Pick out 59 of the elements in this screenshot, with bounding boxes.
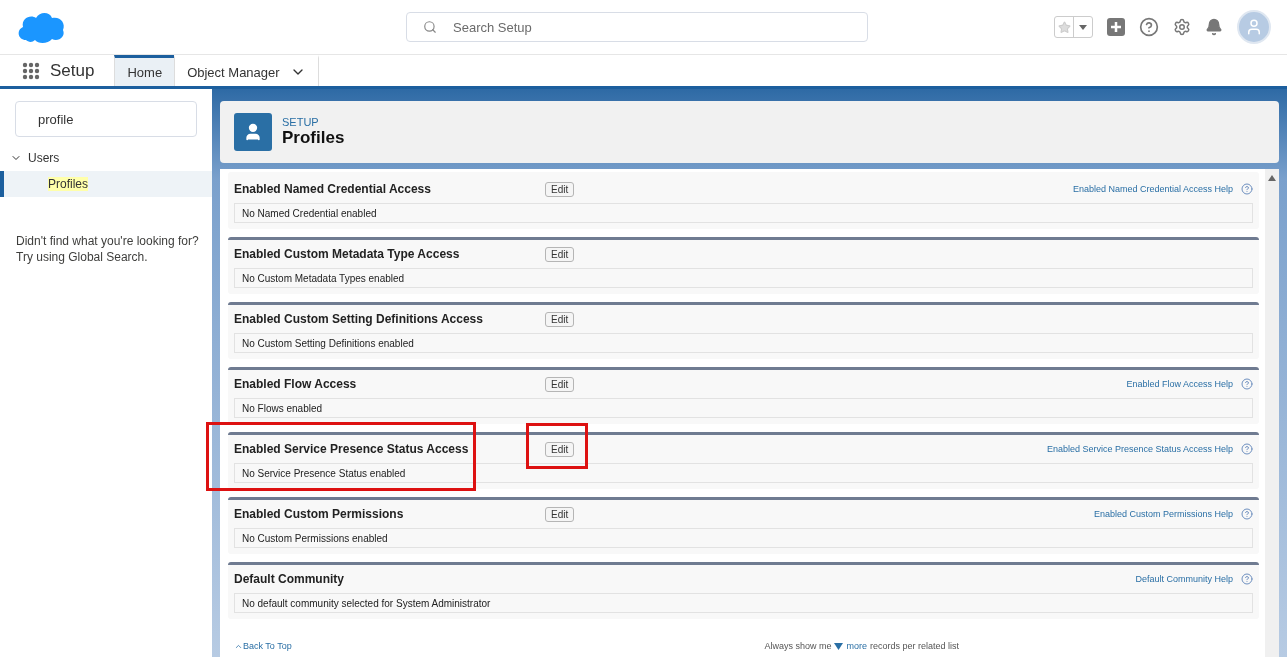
- help-link[interactable]: Enabled Flow Access Help: [1126, 379, 1233, 389]
- section-text: No Custom Setting Definitions enabled: [234, 333, 1253, 353]
- add-icon[interactable]: [1107, 18, 1125, 36]
- search-field[interactable]: Search Setup: [451, 18, 867, 36]
- help-icon[interactable]: [1139, 17, 1159, 37]
- tree-item[interactable]: Users: [10, 151, 60, 165]
- scroll-up-icon: [1268, 175, 1276, 181]
- app-name: Setup: [50, 59, 95, 82]
- tree-item[interactable]: Profiles: [0, 171, 212, 197]
- edit-button[interactable]: Edit: [545, 246, 575, 262]
- help-icon: [1241, 183, 1253, 195]
- help-icon: [1241, 508, 1253, 520]
- more-link[interactable]: more: [846, 641, 867, 651]
- nav-tab[interactable]: Object Manager: [174, 55, 319, 86]
- help-link[interactable]: Enabled Custom Permissions Help: [1093, 509, 1233, 519]
- section-text: No Named Credential enabled: [234, 203, 1253, 223]
- help-link[interactable]: Default Community Help: [1135, 574, 1233, 584]
- edit-button[interactable]: Edit: [545, 311, 575, 327]
- star-icon: [1057, 20, 1071, 34]
- breadcrumb: SETUP: [282, 116, 320, 128]
- settings-icon[interactable]: [1173, 18, 1191, 36]
- notifications-icon[interactable]: [1205, 18, 1223, 36]
- section-text: No Custom Metadata Types enabled: [234, 268, 1253, 288]
- triangle-down-icon: [834, 642, 844, 650]
- caret-icon: [1079, 24, 1087, 30]
- quick-find-field[interactable]: profile: [15, 101, 197, 137]
- nav-tab[interactable]: Home: [114, 55, 175, 86]
- section-title: Enabled Custom Permissions: [234, 507, 405, 521]
- help-link[interactable]: Enabled Service Presence Status Access Help: [1046, 444, 1233, 454]
- help-icon: [1241, 573, 1253, 585]
- section-title: Default Community: [234, 572, 345, 586]
- footer-text: records per related list: [869, 641, 959, 651]
- edit-button[interactable]: Edit: [545, 441, 575, 457]
- section-text: No Custom Permissions enabled: [234, 528, 1253, 548]
- section-title: Enabled Custom Metadata Type Access: [234, 247, 461, 261]
- section-title: Enabled Service Presence Status Access: [234, 442, 470, 456]
- profile-icon: [234, 113, 272, 151]
- section-text: No Flows enabled: [234, 398, 1253, 418]
- search-icon: [423, 20, 437, 34]
- highlight-frame: [526, 423, 588, 469]
- search-field[interactable]: Search Setup: [406, 12, 868, 42]
- section-title: Enabled Flow Access: [234, 377, 358, 391]
- section-title: Enabled Named Credential Access: [234, 182, 432, 196]
- cloud-logo: [16, 10, 66, 44]
- edit-button[interactable]: Edit: [545, 376, 575, 392]
- page-title: Profiles: [282, 128, 345, 148]
- footer-text: Always show me: [764, 641, 832, 651]
- app-launcher-icon[interactable]: [22, 61, 40, 80]
- help-link[interactable]: Enabled Named Credential Access Help: [1072, 184, 1233, 194]
- favorites-button[interactable]: [1054, 16, 1093, 38]
- edit-button[interactable]: Edit: [545, 181, 575, 197]
- section-text: No Service Presence Status enabled: [234, 463, 1253, 483]
- section-text: No default community selected for System Administrator: [234, 593, 1253, 613]
- back-to-top-link[interactable]: Back To Top: [243, 641, 292, 651]
- hint-text: Didn't find what you're looking for? Try using Global Search.: [16, 233, 200, 265]
- help-icon: [1241, 443, 1253, 455]
- edit-button[interactable]: Edit: [545, 506, 575, 522]
- section-title: Enabled Custom Setting Definitions Access: [234, 312, 484, 326]
- help-icon: [1241, 378, 1253, 390]
